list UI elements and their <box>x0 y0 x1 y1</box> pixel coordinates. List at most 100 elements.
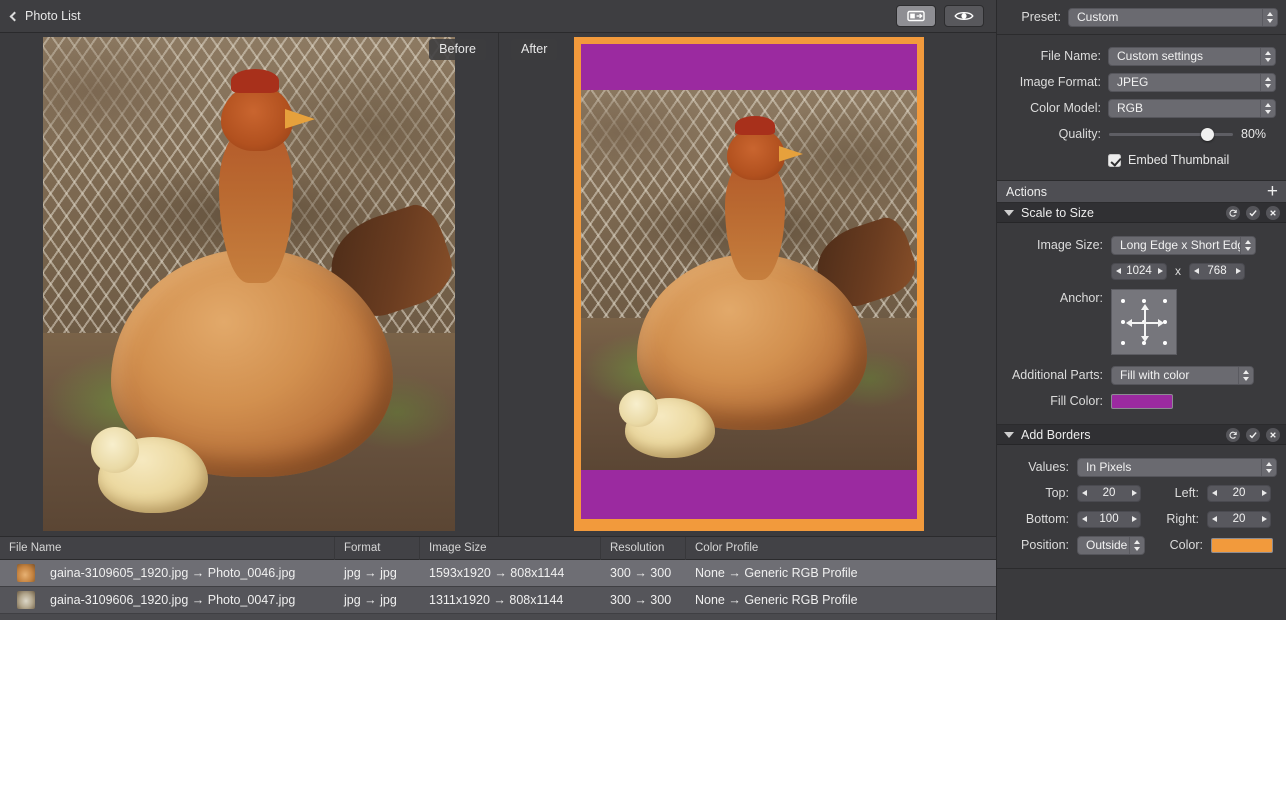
border-left-value: 20 <box>1232 487 1246 499</box>
decrement-icon[interactable] <box>1208 516 1220 522</box>
reset-icon[interactable] <box>1226 427 1240 442</box>
increment-icon[interactable] <box>1258 516 1270 522</box>
section-body-scale-to-size: Image Size: Long Edge x Short Edge 1024 … <box>997 223 1286 425</box>
eye-icon <box>954 12 974 20</box>
row-thumbnail <box>17 564 35 582</box>
disclosure-triangle-icon[interactable] <box>1004 209 1014 216</box>
reset-icon[interactable] <box>1226 205 1240 220</box>
column-header-image-size[interactable]: Image Size <box>420 537 601 560</box>
border-color-label: Color: <box>1169 538 1203 552</box>
table-row[interactable]: gaina-3109605_1920.jpg → Photo_0046.jpg … <box>0 560 996 587</box>
enable-check-icon[interactable] <box>1246 205 1260 220</box>
quality-slider-knob[interactable] <box>1201 127 1215 141</box>
quality-slider[interactable] <box>1109 127 1233 141</box>
section-title: Scale to Size <box>1021 205 1094 220</box>
cell-image-size: 1311x1920 → 808x1144 <box>429 593 564 607</box>
remove-icon[interactable] <box>1266 205 1280 220</box>
right-label: Right: <box>1166 512 1199 526</box>
fill-color-swatch[interactable] <box>1111 393 1173 409</box>
preset-row: Preset: Custom <box>997 0 1286 35</box>
border-color-swatch[interactable] <box>1211 537 1273 553</box>
image-format-label: Image Format: <box>1019 75 1101 89</box>
decrement-icon[interactable] <box>1078 516 1090 522</box>
increment-icon[interactable] <box>1232 268 1244 274</box>
decrement-icon[interactable] <box>1208 490 1220 496</box>
border-bottom-stepper[interactable]: 100 <box>1077 510 1141 528</box>
border-left-stepper[interactable]: 20 <box>1207 484 1271 502</box>
decrement-icon[interactable] <box>1190 268 1202 274</box>
additional-parts-row: Additional Parts: Fill with color <box>997 362 1286 388</box>
color-model-label: Color Model: <box>1030 101 1101 115</box>
after-label: After <box>511 39 558 60</box>
output-settings-group: File Name: Custom settings Image Format:… <box>997 35 1286 181</box>
disclosure-triangle-icon[interactable] <box>1004 431 1014 438</box>
toolbar-buttons <box>896 5 984 27</box>
position-color-row: Position: Outside Color: <box>997 532 1286 558</box>
file-list-table[interactable]: File Name Format Image Size Resolution C… <box>0 536 996 620</box>
chevron-left-icon <box>9 11 20 21</box>
enable-check-icon[interactable] <box>1246 427 1260 442</box>
color-model-value: RGB <box>1117 101 1144 115</box>
anchor-picker[interactable] <box>1111 289 1177 355</box>
values-mode-select[interactable]: In Pixels <box>1077 457 1277 477</box>
preset-select[interactable]: Custom <box>1068 7 1278 27</box>
values-label: Values: <box>1028 460 1069 474</box>
column-header-resolution[interactable]: Resolution <box>601 537 686 560</box>
after-pane[interactable]: After <box>498 33 996 536</box>
column-header-file-name[interactable]: File Name <box>0 537 335 560</box>
file-name-label: File Name: <box>1040 49 1101 63</box>
increment-icon[interactable] <box>1154 268 1166 274</box>
short-edge-stepper[interactable]: 768 <box>1189 262 1245 280</box>
increment-icon[interactable] <box>1128 516 1140 522</box>
plus-icon[interactable]: + <box>1267 182 1278 201</box>
preview-button[interactable] <box>944 5 984 27</box>
long-edge-stepper[interactable]: 1024 <box>1111 262 1167 280</box>
table-row[interactable]: gaina-3109606_1920.jpg → Photo_0047.jpg … <box>0 587 996 614</box>
color-model-select[interactable]: RGB <box>1108 98 1276 118</box>
chevron-updown-icon <box>1260 99 1275 117</box>
border-top-value: 20 <box>1102 487 1116 499</box>
hen-comb <box>231 69 279 93</box>
quality-row: Quality: 80% <box>997 121 1286 147</box>
anchor-center-arrows-icon <box>1126 304 1164 342</box>
chevron-updown-icon <box>1260 47 1275 65</box>
increment-icon[interactable] <box>1258 490 1270 496</box>
border-right-stepper[interactable]: 20 <box>1207 510 1271 528</box>
section-controls <box>1226 205 1280 220</box>
border-right-value: 20 <box>1232 513 1246 525</box>
section-header-scale-to-size[interactable]: Scale to Size <box>997 203 1286 223</box>
increment-icon[interactable] <box>1128 490 1140 496</box>
inspector-panel: Preset: Custom File Name: Custom setting… <box>996 0 1286 620</box>
embed-thumbnail-label: Embed Thumbnail <box>1128 153 1230 167</box>
position-select[interactable]: Outside <box>1077 535 1145 555</box>
before-pane[interactable]: Before <box>0 33 498 536</box>
actions-bar: Actions + <box>997 181 1286 203</box>
row-thumbnail <box>17 591 35 609</box>
section-title: Add Borders <box>1021 427 1091 442</box>
embed-thumbnail-checkbox[interactable] <box>1108 153 1121 167</box>
column-header-format[interactable]: Format <box>335 537 420 560</box>
section-body-add-borders: Values: In Pixels Top: 20 Left: 20 Botto… <box>997 445 1286 569</box>
preset-value: Custom <box>1077 10 1119 24</box>
cell-color-profile: None → Generic RGB Profile <box>695 566 858 580</box>
left-label: Left: <box>1174 486 1199 500</box>
decrement-icon[interactable] <box>1078 490 1090 496</box>
section-header-add-borders[interactable]: Add Borders <box>997 425 1286 445</box>
remove-icon[interactable] <box>1266 427 1280 442</box>
additional-parts-value: Fill with color <box>1120 368 1190 382</box>
actions-title: Actions <box>1006 184 1047 199</box>
file-name-select[interactable]: Custom settings <box>1108 46 1276 66</box>
image-size-mode-select[interactable]: Long Edge x Short Edge <box>1111 235 1256 255</box>
anchor-row: Anchor: <box>997 289 1286 355</box>
compare-view-button[interactable] <box>896 5 936 27</box>
image-format-row: Image Format: JPEG <box>997 69 1286 95</box>
border-top-stepper[interactable]: 20 <box>1077 484 1141 502</box>
after-image <box>499 33 996 536</box>
image-format-select[interactable]: JPEG <box>1108 72 1276 92</box>
decrement-icon[interactable] <box>1112 268 1124 274</box>
additional-parts-select[interactable]: Fill with color <box>1111 365 1254 385</box>
back-to-photo-list-button[interactable]: Photo List <box>9 9 81 23</box>
position-label: Position: <box>1021 538 1069 552</box>
column-header-color-profile[interactable]: Color Profile <box>686 537 996 560</box>
fill-region <box>581 44 917 519</box>
